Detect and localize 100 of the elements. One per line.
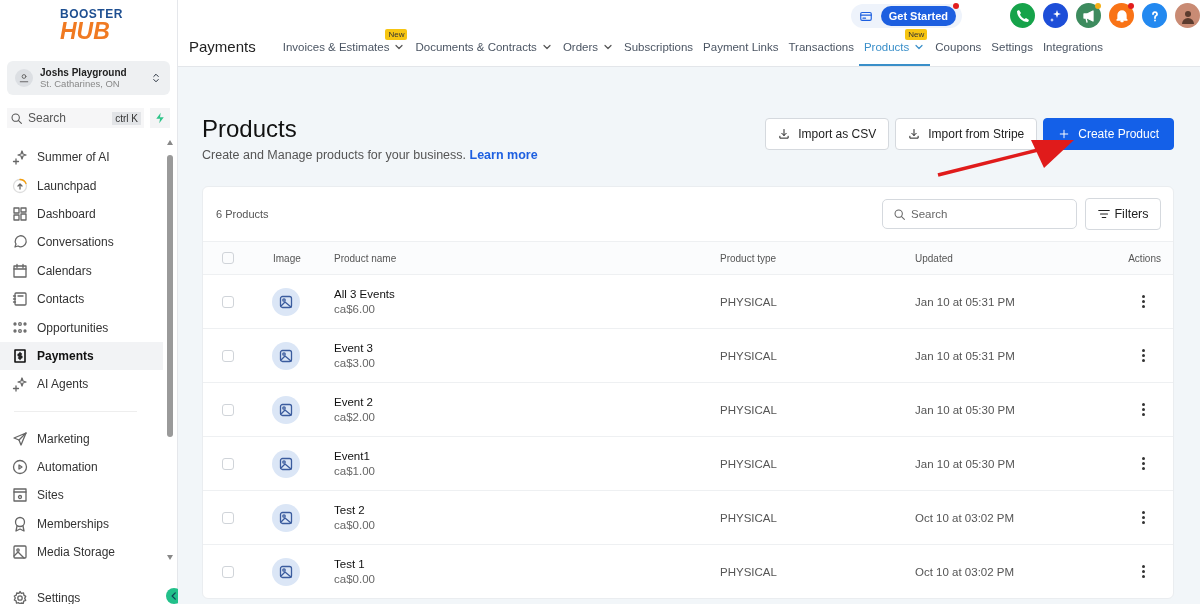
search-field[interactable]: Search ctrl K <box>7 108 144 128</box>
image-icon <box>278 401 294 418</box>
row-checkbox[interactable] <box>222 511 234 524</box>
sidebar-item[interactable]: Dashboard <box>0 199 163 229</box>
shortcut-key: ctrl K <box>112 111 141 125</box>
product-name: Event1 <box>334 450 371 462</box>
sidebar-item[interactable]: Calendars <box>0 256 163 285</box>
sparkle-button[interactable] <box>1043 3 1068 28</box>
nav-tab[interactable]: Documents & Contracts <box>410 29 558 66</box>
scroll-down-icon[interactable] <box>167 555 173 560</box>
table-cell-text: Oct 10 at 03:02 PM <box>915 511 1016 524</box>
nav-tab[interactable]: Transactions <box>783 29 859 66</box>
sidebar-item[interactable]: Payments <box>0 341 163 371</box>
nav-tab[interactable]: Payment Links <box>698 29 784 66</box>
table-cell-text: Oct 10 at 03:02 PM <box>915 565 1016 578</box>
page-subtitle: Create and Manage products for your business. Learn more <box>202 148 538 162</box>
quick-action-button[interactable] <box>150 108 170 128</box>
megaphone-button[interactable] <box>1076 3 1101 28</box>
search-field[interactable]: Search <box>882 199 1077 229</box>
page-title: Products <box>202 115 298 143</box>
play-circle-icon <box>12 459 28 476</box>
sidebar-item[interactable]: Summer of AI <box>0 143 163 172</box>
nav-tab[interactable]: Coupons <box>930 29 987 66</box>
account-switcher[interactable]: Joshs Playground St. Catharines, ON <box>7 61 170 95</box>
product-count: 6 Products <box>216 208 270 220</box>
image-icon <box>278 347 294 364</box>
bell-button[interactable] <box>1109 3 1134 28</box>
product-name: All 3 Events <box>334 288 396 300</box>
sidebar-item[interactable]: Memberships <box>0 509 163 539</box>
nav-tab[interactable]: Settings <box>986 29 1038 66</box>
import-button[interactable]: Import as CSV <box>765 118 890 150</box>
row-checkbox[interactable] <box>222 403 234 416</box>
sidebar-item[interactable]: Contacts <box>0 284 163 314</box>
sidebar-item[interactable]: Media Storage <box>0 538 163 567</box>
nav-tab[interactable]: Integrations <box>1037 29 1109 66</box>
sidebar-item[interactable]: Launchpad <box>0 171 163 200</box>
learn-more-link[interactable]: Learn more <box>469 148 538 162</box>
sidebar-item[interactable]: Automation <box>0 452 163 482</box>
notification-dot <box>1095 3 1101 9</box>
table-cell-text: PHYSICAL <box>720 295 778 308</box>
filters-button[interactable]: Filters <box>1085 198 1161 230</box>
select-all-checkbox[interactable] <box>222 252 234 264</box>
phone-icon <box>1014 7 1031 24</box>
column-header: Updated <box>915 252 953 264</box>
table-cell-text: Jan 10 at 05:30 PM <box>915 403 1016 416</box>
row-checkbox[interactable] <box>222 349 234 362</box>
chat-icon <box>12 234 28 251</box>
pipeline-icon <box>12 319 28 336</box>
search-icon <box>893 207 906 221</box>
upload-circle-icon <box>12 177 28 194</box>
new-badge: New <box>905 29 928 40</box>
dashboard-icon <box>12 205 28 222</box>
image-icon <box>278 509 294 526</box>
award-icon <box>12 515 28 532</box>
scrollbar[interactable] <box>167 140 173 560</box>
account-location: St. Catharines, ON <box>40 78 121 89</box>
import-button[interactable]: Import from Stripe <box>895 118 1038 150</box>
sidebar-item[interactable]: Sites <box>0 481 163 510</box>
product-price: ca$1.00 <box>334 465 376 477</box>
product-name: Test 2 <box>334 504 366 516</box>
row-checkbox[interactable] <box>222 295 234 308</box>
avatar-button[interactable] <box>1175 3 1200 28</box>
row-checkbox[interactable] <box>222 565 234 578</box>
sidebar-item[interactable]: Marketing <box>0 424 163 453</box>
product-name: Event 2 <box>334 396 374 408</box>
plus-icon <box>1058 128 1071 140</box>
create-button[interactable]: Create Product <box>1043 118 1174 150</box>
nav-tab[interactable]: New Products <box>858 29 931 66</box>
chevron-left-icon <box>169 591 179 601</box>
website-icon <box>12 487 28 504</box>
product-price: ca$0.00 <box>334 573 376 585</box>
filter-icon <box>1097 207 1112 221</box>
scroll-up-icon[interactable] <box>167 140 173 145</box>
sidebar-item[interactable]: AI Agents <box>0 370 163 399</box>
image-icon <box>278 293 294 310</box>
sidebar-item[interactable]: Opportunities <box>0 313 163 342</box>
help-button[interactable] <box>1142 3 1167 28</box>
table-cell-text: PHYSICAL <box>720 349 778 362</box>
sparkle-icon <box>12 376 28 393</box>
logo-text: BOOSTER <box>60 8 123 20</box>
sparkle-icon <box>12 149 28 166</box>
product-price: ca$2.00 <box>334 411 376 423</box>
column-header: Product name <box>334 252 398 264</box>
nav-tab[interactable]: Subscriptions <box>619 29 699 66</box>
sidebar-item[interactable]: Settings <box>0 584 122 604</box>
table-cell-text: PHYSICAL <box>720 511 778 524</box>
nav-tab[interactable]: New Invoices & Estimates <box>277 29 411 66</box>
image-icon <box>278 563 294 580</box>
row-checkbox[interactable] <box>222 457 234 470</box>
phone-button[interactable] <box>1010 3 1035 28</box>
download-icon <box>778 128 791 140</box>
sidebar-item[interactable]: Conversations <box>0 228 163 257</box>
table-cell-text: Jan 10 at 05:31 PM <box>915 295 1016 308</box>
table-cell-text: PHYSICAL <box>720 403 778 416</box>
get-started-button[interactable]: Get Started <box>880 5 956 26</box>
image-icon <box>12 544 28 561</box>
image-icon <box>278 455 294 472</box>
column-header: Product type <box>720 252 777 264</box>
account-name: Joshs Playground <box>40 67 128 78</box>
nav-tab[interactable]: Orders <box>557 29 620 66</box>
